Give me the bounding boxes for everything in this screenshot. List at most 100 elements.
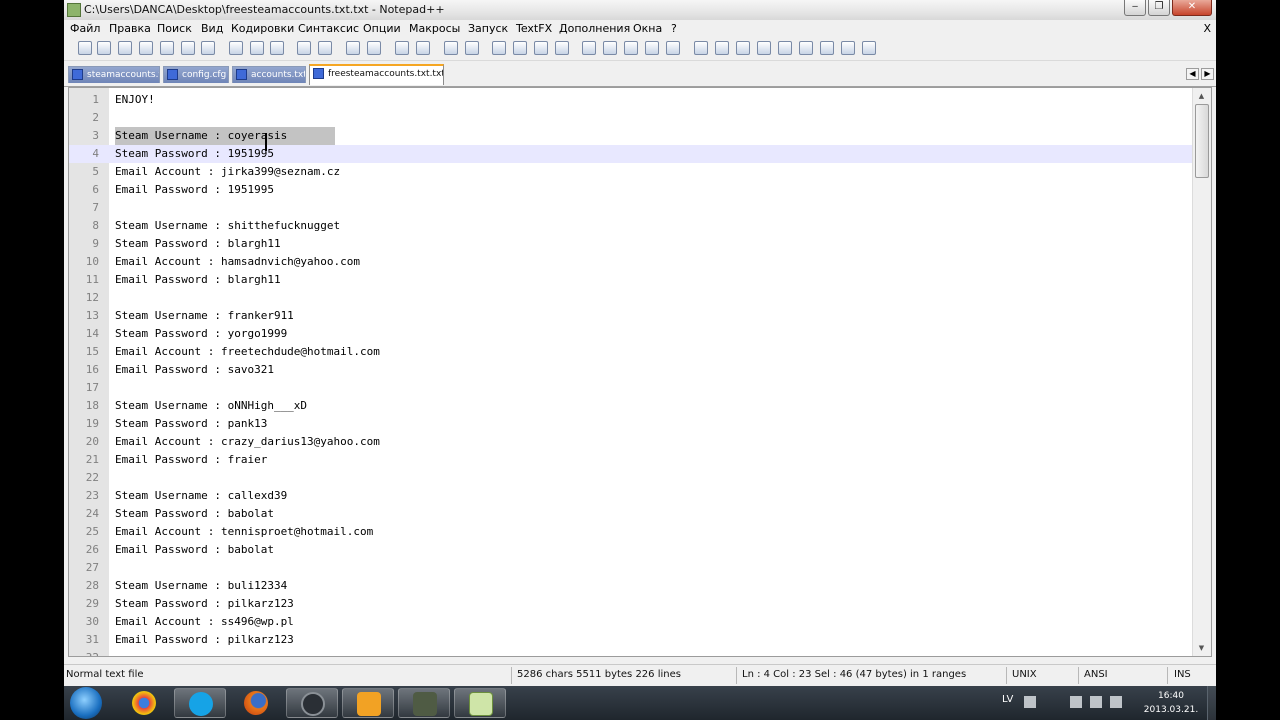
close-file-icon[interactable]	[160, 41, 174, 55]
editor-line[interactable]: 7	[69, 199, 1193, 217]
editor-line[interactable]: 21 Email Password : fraier	[69, 451, 1193, 469]
indent-guide-icon[interactable]	[534, 41, 548, 55]
menu-options[interactable]: Опции	[363, 22, 401, 35]
menu-file[interactable]: Файл	[70, 22, 100, 35]
action-center-icon[interactable]	[1070, 696, 1082, 708]
fold-up-icon[interactable]	[694, 41, 708, 55]
chrome-icon[interactable]	[118, 688, 170, 718]
play-macro-icon[interactable]	[624, 41, 638, 55]
editor-line[interactable]: 19 Steam Password : pank13	[69, 415, 1193, 433]
menu-encoding[interactable]: Кодировки	[231, 22, 294, 35]
sync-horizontal-icon[interactable]	[465, 41, 479, 55]
editor-line[interactable]: 14 Steam Password : yorgo1999	[69, 325, 1193, 343]
editor-line[interactable]: 12	[69, 289, 1193, 307]
editor-line[interactable]: 3 Steam Username : coyerasis	[69, 127, 1193, 145]
cut-icon[interactable]	[229, 41, 243, 55]
notepadpp-icon[interactable]	[454, 688, 506, 718]
editor-line[interactable]: 15 Email Account : freetechdude@hotmail.c…	[69, 343, 1193, 361]
editor-line[interactable]: 18 Steam Username : oNNHigh___xD	[69, 397, 1193, 415]
menu-search[interactable]: Поиск	[157, 22, 192, 35]
editor-line[interactable]: 6 Email Password : 1951995	[69, 181, 1193, 199]
language-indicator[interactable]: LV	[1002, 694, 1013, 705]
folder-icon[interactable]	[778, 41, 792, 55]
find-icon[interactable]	[346, 41, 360, 55]
editor-line[interactable]: 4 Steam Password : 1951995	[69, 145, 1193, 163]
new-file-icon[interactable]	[78, 41, 92, 55]
clock[interactable]: 16:40 2013.03.21.	[1136, 689, 1206, 717]
editor-line[interactable]: 10 Email Account : hamsadnvich@yahoo.com	[69, 253, 1193, 271]
tab-config[interactable]: config.cfg	[163, 66, 229, 83]
steam-icon[interactable]	[286, 688, 338, 718]
editor-line[interactable]: 2	[69, 109, 1193, 127]
editor-line[interactable]: 31 Email Password : pilkarz123	[69, 631, 1193, 649]
editor-line[interactable]: 16 Email Password : savo321	[69, 361, 1193, 379]
save-macro-icon[interactable]	[666, 41, 680, 55]
menu-window[interactable]: Окна	[633, 22, 662, 35]
window-alt-icon[interactable]	[820, 41, 834, 55]
tab-freesteamaccounts[interactable]: freesteamaccounts.txt.txt	[309, 64, 444, 85]
editor-line[interactable]: 28 Steam Username : buli12334	[69, 577, 1193, 595]
menu-plugins[interactable]: Дополнения	[559, 22, 630, 35]
network-icon[interactable]	[1090, 696, 1102, 708]
volume-icon[interactable]	[1110, 696, 1122, 708]
tab-scroll-right-button[interactable]: ▶	[1201, 68, 1214, 80]
scroll-down-icon[interactable]: ▼	[1193, 640, 1210, 656]
start-button[interactable]	[70, 687, 102, 719]
redo-icon[interactable]	[318, 41, 332, 55]
spellcheck-icon[interactable]	[862, 41, 876, 55]
undo-icon[interactable]	[297, 41, 311, 55]
close-button[interactable]: ✕	[1172, 0, 1212, 16]
menu-syntax[interactable]: Синтаксис	[298, 22, 359, 35]
tab-scroll-left-button[interactable]: ◀	[1186, 68, 1199, 80]
show-desktop-button[interactable]	[1207, 686, 1216, 720]
show-all-chars-icon[interactable]	[513, 41, 527, 55]
editor-line[interactable]: 11 Email Password : blargh11	[69, 271, 1193, 289]
editor-line[interactable]: 17	[69, 379, 1193, 397]
media-player-icon[interactable]	[342, 688, 394, 718]
menu-textfx[interactable]: TextFX	[516, 22, 552, 35]
paste-icon[interactable]	[270, 41, 284, 55]
close-document-button[interactable]: X	[1203, 22, 1211, 35]
editor-line[interactable]: 22	[69, 469, 1193, 487]
user-lang-icon[interactable]	[555, 41, 569, 55]
arrow-up-icon[interactable]	[715, 41, 729, 55]
word-wrap-icon[interactable]	[492, 41, 506, 55]
save-icon[interactable]	[118, 41, 132, 55]
sync-vertical-icon[interactable]	[444, 41, 458, 55]
editor-line[interactable]: 29 Steam Password : pilkarz123	[69, 595, 1193, 613]
editor-line[interactable]: 13 Steam Username : franker911	[69, 307, 1193, 325]
run-macro-multiple-icon[interactable]	[645, 41, 659, 55]
editor-line[interactable]: 5 Email Account : jirka399@seznam.cz	[69, 163, 1193, 181]
copy-icon[interactable]	[250, 41, 264, 55]
arrow-down-icon[interactable]	[736, 41, 750, 55]
editor-line[interactable]: 25 Email Account : tennisproet@hotmail.co…	[69, 523, 1193, 541]
menu-help[interactable]: ?	[671, 22, 677, 35]
menu-run[interactable]: Запуск	[468, 22, 508, 35]
stop-macro-icon[interactable]	[603, 41, 617, 55]
editor-line[interactable]: 20 Email Account : crazy_darius13@yahoo.c…	[69, 433, 1193, 451]
close-all-icon[interactable]	[181, 41, 195, 55]
menu-edit[interactable]: Правка	[109, 22, 151, 35]
open-file-icon[interactable]	[97, 41, 111, 55]
print-icon[interactable]	[201, 41, 215, 55]
menu-view[interactable]: Вид	[201, 22, 223, 35]
save-all-icon[interactable]	[139, 41, 153, 55]
title-bar[interactable]: C:\Users\DANCA\Desktop\freesteamaccounts…	[64, 0, 1216, 21]
record-macro-icon[interactable]	[582, 41, 596, 55]
editor-line[interactable]: 9 Steam Password : blargh11	[69, 235, 1193, 253]
replace-icon[interactable]	[367, 41, 381, 55]
editor-line[interactable]: 23 Steam Username : callexd39	[69, 487, 1193, 505]
firefox-icon[interactable]	[230, 688, 282, 718]
bookmark-icon[interactable]	[841, 41, 855, 55]
scrollbar-thumb[interactable]	[1195, 104, 1209, 178]
notepadpp-app-icon[interactable]	[67, 3, 81, 17]
zoom-in-icon[interactable]	[395, 41, 409, 55]
zoom-out-icon[interactable]	[416, 41, 430, 55]
editor-line[interactable]: 1 ENJOY!	[69, 91, 1193, 109]
tab-steamaccounts[interactable]: steamaccounts.txt	[68, 66, 160, 83]
maximize-button[interactable]: ❐	[1148, 0, 1170, 16]
collapse-icon[interactable]	[757, 41, 771, 55]
editor-line[interactable]: 8 Steam Username : shitthefucknugget	[69, 217, 1193, 235]
editor-line[interactable]: 32	[69, 649, 1193, 656]
skype-icon[interactable]	[174, 688, 226, 718]
